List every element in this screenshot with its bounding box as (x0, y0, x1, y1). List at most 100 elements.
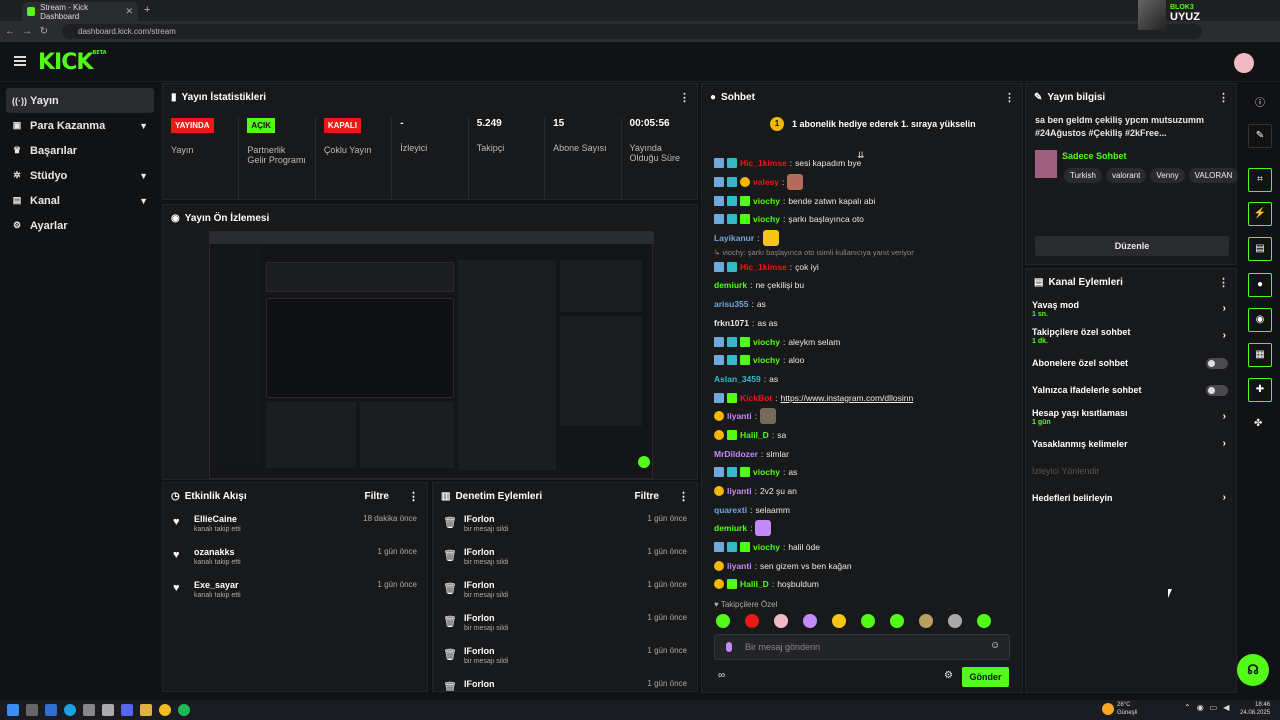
sidebar-item-kanal[interactable]: ▤ Kanal ▼ (6, 188, 154, 213)
send-button[interactable]: Gönder (962, 667, 1009, 687)
chat-username[interactable]: Hic_1kimse (740, 262, 787, 272)
chat-username[interactable]: viochy (753, 355, 780, 365)
more-options-icon[interactable]: ⋮ (1004, 91, 1015, 104)
spotify-icon[interactable] (178, 704, 190, 716)
chat-username[interactable]: Layikanur (714, 233, 754, 243)
category-name[interactable]: Sadece Sohbet (1062, 151, 1127, 161)
chat-username[interactable]: frkn1071 (714, 318, 749, 328)
emote-icon[interactable] (745, 614, 759, 628)
chevron-right-icon[interactable]: › (1223, 303, 1226, 314)
forward-icon[interactable]: → (20, 26, 34, 37)
emote-icon[interactable] (861, 614, 875, 628)
profile-avatar[interactable] (1234, 53, 1254, 73)
chat-username[interactable]: Aslan_3459 (714, 374, 761, 384)
chat-username[interactable]: quarexti (714, 505, 747, 515)
channel-action-item[interactable]: Takipçilere özel sohbet 1 dk. › (1026, 322, 1236, 349)
clock[interactable]: 18:46 24.08.2025 (1240, 701, 1270, 717)
pinned-message[interactable]: 1 1 abonelik hediye ederek 1. sıraya yüks… (702, 110, 1022, 138)
chevron-right-icon[interactable]: › (1223, 492, 1226, 503)
outlook-icon[interactable] (45, 704, 57, 716)
chat-username[interactable]: viochy (753, 337, 780, 347)
more-options-icon[interactable]: ⋮ (408, 490, 419, 503)
app-icon[interactable] (102, 704, 114, 716)
browser-tab[interactable]: Stream - Kick Dashboard ✕ (22, 2, 138, 21)
chat-text[interactable]: https://www.instagram.com/dllosinn (781, 393, 914, 403)
more-options-icon[interactable]: ⋮ (679, 91, 690, 104)
back-icon[interactable]: ← (3, 26, 17, 37)
emote-icon[interactable] (919, 614, 933, 628)
toggle-switch[interactable] (1206, 358, 1228, 369)
emoji-icon[interactable]: ☺ (990, 640, 1000, 651)
chat-username[interactable]: viochy (753, 542, 780, 552)
chevron-right-icon[interactable]: › (1223, 411, 1226, 422)
channel-action-item[interactable]: Yavaş mod 1 sn. › (1026, 295, 1236, 322)
moderator-name[interactable]: IForlon (464, 580, 508, 590)
chat-username[interactable]: MrDildozer (714, 449, 758, 459)
channel-action-item[interactable]: Hesap yaşı kısıtlaması 1 gün › (1026, 403, 1236, 430)
close-tab-icon[interactable]: ✕ (125, 6, 133, 17)
chat-username[interactable]: valesy (753, 177, 779, 187)
activity-user[interactable]: Exe_sayar (194, 580, 241, 590)
new-tab-icon[interactable]: + (144, 4, 150, 16)
filter-button[interactable]: Filtre (365, 491, 389, 502)
chat-bubble-icon[interactable]: ● (1248, 273, 1272, 297)
layout-icon[interactable]: ▦ (1248, 343, 1272, 367)
chat-username[interactable]: Hic_1kimse (740, 158, 787, 168)
sidebar-item-studyo[interactable]: ✲ Stüdyo ▼ (6, 163, 154, 188)
chat-username[interactable]: KickBot (740, 393, 772, 403)
emote-icon[interactable] (803, 614, 817, 628)
more-options-icon[interactable]: ⋮ (1218, 91, 1229, 104)
channel-action-item[interactable]: Hedefleri belirleyin › (1026, 484, 1236, 511)
more-options-icon[interactable]: ⋮ (678, 490, 689, 503)
wrench-icon[interactable]: ✚ (1248, 378, 1272, 402)
folder-icon[interactable] (140, 704, 152, 716)
chat-username[interactable]: liyanti (727, 486, 752, 496)
weather-widget[interactable]: 28°C Güneşli (1117, 701, 1137, 717)
sidebar-item-ayarlar[interactable]: ⚙ Ayarlar (6, 213, 154, 238)
channel-action-item[interactable]: Yasaklanmış kelimeler › (1026, 430, 1236, 457)
chat-username[interactable]: Halil_D (740, 430, 769, 440)
windows-start-icon[interactable] (7, 704, 19, 716)
channel-action-item[interactable]: Abonelere özel sohbet (1026, 349, 1236, 376)
emote-icon[interactable] (890, 614, 904, 628)
kick-points-icon[interactable]: ∞ (718, 670, 725, 681)
sidebar-item-basarilar[interactable]: ♛ Başarılar (6, 138, 154, 163)
chat-settings-icon[interactable]: ⚙ (944, 670, 953, 681)
steam-icon[interactable] (83, 704, 95, 716)
lightning-icon[interactable]: ⚡ (1248, 202, 1272, 226)
toggle-switch[interactable] (1206, 385, 1228, 396)
discord-icon[interactable] (121, 704, 133, 716)
sidebar-item-para-kazanma[interactable]: ▣ Para Kazanma ▼ (6, 113, 154, 138)
emote-icon[interactable] (948, 614, 962, 628)
info-icon[interactable]: ⓘ (1255, 94, 1265, 109)
support-headset-icon[interactable]: ☊ (1237, 654, 1269, 686)
apps-icon[interactable]: ✤ (1254, 418, 1262, 429)
chat-username[interactable]: viochy (753, 214, 780, 224)
moderator-name[interactable]: IForlon (464, 514, 508, 524)
chat-username[interactable]: liyanti (727, 411, 752, 421)
url-input[interactable]: dashboard.kick.com/stream (62, 24, 1202, 39)
clipboard-icon[interactable]: ▤ (1248, 237, 1272, 261)
moderator-name[interactable]: IForlon (464, 679, 495, 689)
moderator-name[interactable]: IForlon (464, 547, 508, 557)
mic-icon[interactable] (726, 642, 732, 652)
more-options-icon[interactable]: ⋮ (1218, 276, 1229, 289)
channel-action-item[interactable]: Yalnızca ifadelerle sohbet (1026, 376, 1236, 403)
sidebar-item-yayin[interactable]: ((·)) Yayın (6, 88, 154, 113)
chat-username[interactable]: demiurk (714, 280, 747, 290)
menu-icon[interactable] (14, 56, 26, 66)
emote-icon[interactable] (774, 614, 788, 628)
chat-username[interactable]: viochy (753, 467, 780, 477)
emote-icon[interactable] (977, 614, 991, 628)
chevron-right-icon[interactable]: › (1223, 438, 1226, 449)
chevron-right-icon[interactable]: › (1223, 330, 1226, 341)
edit-button[interactable]: Düzenle (1035, 236, 1229, 256)
moderator-name[interactable]: IForlon (464, 646, 508, 656)
broadcast-icon[interactable]: ◉ (1248, 308, 1272, 332)
emote-icon[interactable] (832, 614, 846, 628)
activity-user[interactable]: EllieCaine (194, 514, 241, 524)
crop-icon[interactable]: ⌗ (1248, 168, 1272, 192)
chat-username[interactable]: arisu355 (714, 299, 749, 309)
reload-icon[interactable]: ↻ (37, 26, 51, 37)
tray-icons[interactable]: ⌃◉▭◀ (1184, 703, 1235, 712)
